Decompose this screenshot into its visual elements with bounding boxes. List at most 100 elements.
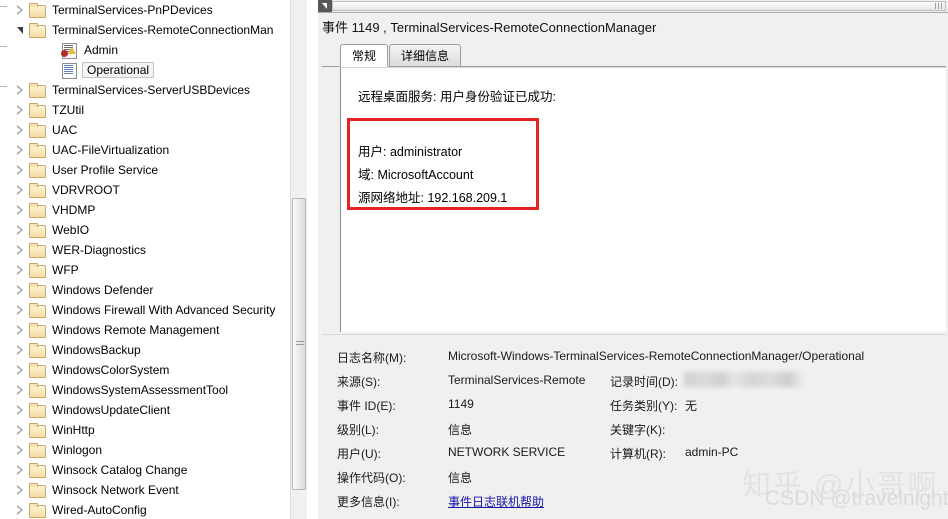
tree-item[interactable]: Winlogon — [0, 440, 318, 460]
chevron-right-icon — [17, 285, 23, 295]
scroll-left-arrow-icon[interactable] — [318, 0, 332, 12]
event-pane-top-scrollbar[interactable] — [318, 0, 948, 13]
tree-item[interactable]: Admin — [0, 40, 318, 60]
expand-triangle-icon[interactable] — [14, 100, 29, 120]
chevron-right-icon — [17, 245, 23, 255]
event-description-box: 远程桌面服务: 用户身份验证已成功: 用户: administrator 域: … — [340, 67, 946, 332]
tree-item-label: WindowsColorSystem — [52, 363, 170, 377]
expand-triangle-icon[interactable] — [14, 200, 29, 220]
resize-grip-icon — [935, 3, 942, 9]
tree-item-label: WindowsUpdateClient — [52, 403, 171, 417]
tree-item[interactable]: TZUtil — [0, 100, 318, 120]
expand-triangle-icon[interactable] — [14, 360, 29, 380]
tree-item[interactable]: Wired-AutoConfig — [0, 500, 318, 519]
event-description-domain: 域: MicrosoftAccount — [358, 168, 474, 182]
folder-icon — [29, 263, 46, 278]
tree-item[interactable]: Winsock Network Event — [0, 480, 318, 500]
chevron-right-icon — [17, 145, 23, 155]
expand-triangle-icon[interactable] — [14, 460, 29, 480]
expand-triangle-icon[interactable] — [14, 480, 29, 500]
tree-item[interactable]: Windows Firewall With Advanced Security — [0, 300, 318, 320]
tree-item-label: TerminalServices-RemoteConnectionMan — [52, 23, 274, 37]
folder-icon — [29, 203, 46, 218]
folder-icon — [29, 103, 46, 118]
horizontal-scroll-track[interactable] — [332, 1, 946, 11]
expand-triangle-icon[interactable] — [14, 220, 29, 240]
chevron-right-icon — [17, 465, 23, 475]
expand-triangle-icon[interactable] — [14, 320, 29, 340]
tree-item[interactable]: WindowsColorSystem — [0, 360, 318, 380]
tree-item[interactable]: WinHttp — [0, 420, 318, 440]
detail-value-more-info[interactable]: 事件日志联机帮助 — [448, 493, 544, 510]
tree-item[interactable]: UAC — [0, 120, 318, 140]
tree-item-label: WebIO — [52, 223, 90, 237]
expand-triangle-icon[interactable] — [14, 260, 29, 280]
tree-item[interactable]: TerminalServices-ServerUSBDevices — [0, 80, 318, 100]
chevron-right-icon — [17, 5, 23, 15]
expand-triangle-icon[interactable] — [14, 0, 29, 20]
tree-item-label: VDRVROOT — [52, 183, 120, 197]
tree-indent-spacer — [46, 60, 61, 80]
event-details-pane: 事件 1149 , TerminalServices-RemoteConnect… — [318, 0, 948, 519]
expand-triangle-icon[interactable] — [14, 440, 29, 460]
expand-triangle-icon[interactable] — [14, 160, 29, 180]
tree-item[interactable]: Windows Defender — [0, 280, 318, 300]
tree-item[interactable]: WFP — [0, 260, 318, 280]
folder-icon — [29, 143, 46, 158]
tree-item[interactable]: WindowsSystemAssessmentTool — [0, 380, 318, 400]
chevron-right-icon — [17, 345, 23, 355]
tree-item[interactable]: Winsock Catalog Change — [0, 460, 318, 480]
expand-triangle-icon[interactable] — [14, 180, 29, 200]
tree-item[interactable]: TerminalServices-RemoteConnectionMan — [0, 20, 318, 40]
expand-triangle-icon[interactable] — [14, 500, 29, 519]
tab-general[interactable]: 常规 — [340, 44, 389, 67]
chevron-right-icon — [17, 485, 23, 495]
tree-item-label: Windows Firewall With Advanced Security — [52, 303, 276, 317]
tree-item-label: WindowsSystemAssessmentTool — [52, 383, 229, 397]
event-tab-strip: 常规 详细信息 — [322, 44, 946, 67]
folder-icon — [29, 463, 46, 478]
tree-item[interactable]: WER-Diagnostics — [0, 240, 318, 260]
warning-badge-icon — [68, 47, 76, 54]
detail-value-level: 信息 — [448, 423, 473, 437]
tree-item[interactable]: WindowsBackup — [0, 340, 318, 360]
tree-item[interactable]: Operational — [0, 60, 318, 80]
error-badge-icon — [61, 50, 68, 57]
chevron-right-icon — [17, 85, 23, 95]
tree-item[interactable]: Windows Remote Management — [0, 320, 318, 340]
tree-item-label: Admin — [84, 43, 119, 57]
tree-item[interactable]: VHDMP — [0, 200, 318, 220]
tree-item[interactable]: TerminalServices-PnPDevices — [0, 0, 318, 20]
tree-scrollbar-thumb[interactable] — [292, 198, 306, 490]
expand-triangle-icon[interactable] — [14, 300, 29, 320]
tree-item[interactable]: User Profile Service — [0, 160, 318, 180]
collapse-triangle-icon[interactable] — [14, 20, 29, 40]
tree-vertical-scrollbar[interactable] — [290, 0, 307, 519]
detail-value-source: TerminalServices-Remote — [448, 373, 586, 387]
folder-icon — [29, 303, 46, 318]
folder-icon — [29, 363, 46, 378]
chevron-right-icon — [17, 305, 23, 315]
tab-details[interactable]: 详细信息 — [389, 44, 462, 67]
folder-icon — [29, 443, 46, 458]
tree-item[interactable]: UAC-FileVirtualization — [0, 140, 318, 160]
expand-triangle-icon[interactable] — [14, 420, 29, 440]
tree-item[interactable]: VDRVROOT — [0, 180, 318, 200]
expand-triangle-icon[interactable] — [14, 400, 29, 420]
detail-label-event-id: 事件 ID(E): — [337, 399, 396, 413]
tree-item[interactable]: WindowsUpdateClient — [0, 400, 318, 420]
expand-triangle-icon[interactable] — [14, 140, 29, 160]
chevron-down-icon — [17, 27, 23, 34]
chevron-right-icon — [17, 365, 23, 375]
folder-icon — [29, 83, 46, 98]
chevron-right-icon — [17, 205, 23, 215]
expand-triangle-icon[interactable] — [14, 80, 29, 100]
detail-value-opcode: 信息 — [448, 471, 473, 485]
expand-triangle-icon[interactable] — [14, 240, 29, 260]
expand-triangle-icon[interactable] — [14, 120, 29, 140]
expand-triangle-icon[interactable] — [14, 380, 29, 400]
tree-item[interactable]: WebIO — [0, 220, 318, 240]
expand-triangle-icon[interactable] — [14, 340, 29, 360]
details-divider — [322, 334, 946, 335]
expand-triangle-icon[interactable] — [14, 280, 29, 300]
